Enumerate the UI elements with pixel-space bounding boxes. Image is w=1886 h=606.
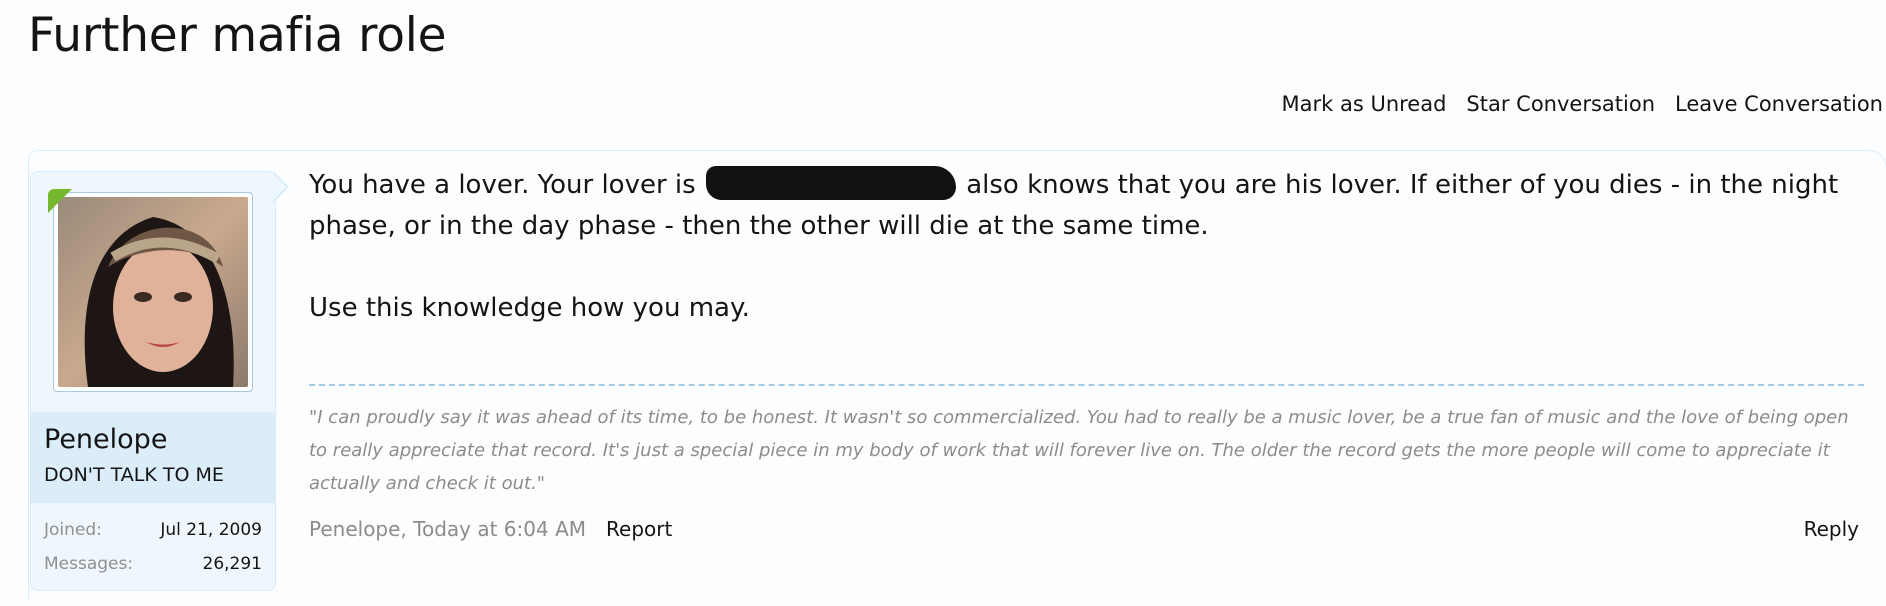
stat-messages: Messages: 26,291 bbox=[44, 554, 262, 574]
user-card: Penelope DON'T TALK TO ME Joined: Jul 21… bbox=[30, 171, 276, 591]
message-paragraph: You have a lover. Your lover is also kno… bbox=[309, 165, 1869, 247]
stat-label: Messages: bbox=[44, 554, 134, 574]
mark-as-unread-link[interactable]: Mark as Unread bbox=[1282, 92, 1447, 116]
signature-divider bbox=[309, 384, 1864, 386]
stat-joined: Joined: Jul 21, 2009 bbox=[44, 520, 262, 540]
user-title: DON'T TALK TO ME bbox=[44, 464, 224, 486]
message-text: You have a lover. Your lover is bbox=[309, 170, 704, 200]
leave-conversation-link[interactable]: Leave Conversation bbox=[1675, 92, 1883, 116]
post-meta: Penelope, Today at 6:04 AM Report bbox=[309, 517, 672, 541]
message-paragraph: Use this knowledge how you may. bbox=[309, 293, 750, 323]
user-card-arrow-fill bbox=[272, 173, 286, 201]
username[interactable]: Penelope bbox=[44, 424, 167, 455]
post-author-time[interactable]: Penelope, Today at 6:04 AM bbox=[309, 517, 586, 541]
stat-value: Jul 21, 2009 bbox=[160, 520, 262, 540]
message-post: Penelope DON'T TALK TO ME Joined: Jul 21… bbox=[28, 150, 1886, 599]
report-link[interactable]: Report bbox=[606, 517, 672, 541]
conversation-actions: Mark as Unread Star Conversation Leave C… bbox=[1282, 92, 1884, 116]
signature: "I can proudly say it was ahead of its t… bbox=[309, 407, 1849, 494]
page-title: Further mafia role bbox=[28, 8, 447, 63]
avatar[interactable] bbox=[53, 192, 253, 392]
star-conversation-link[interactable]: Star Conversation bbox=[1466, 92, 1655, 116]
reply-link[interactable]: Reply bbox=[1804, 517, 1859, 541]
stat-label: Joined: bbox=[44, 520, 102, 540]
user-card-divider bbox=[31, 502, 275, 503]
post-border bbox=[1868, 151, 1886, 211]
message-body: You have a lover. Your lover is also kno… bbox=[309, 165, 1869, 329]
online-indicator-icon bbox=[48, 189, 72, 213]
user-avatar-photo-icon bbox=[58, 197, 248, 387]
redacted-name bbox=[705, 166, 956, 200]
stat-value[interactable]: 26,291 bbox=[203, 554, 262, 574]
